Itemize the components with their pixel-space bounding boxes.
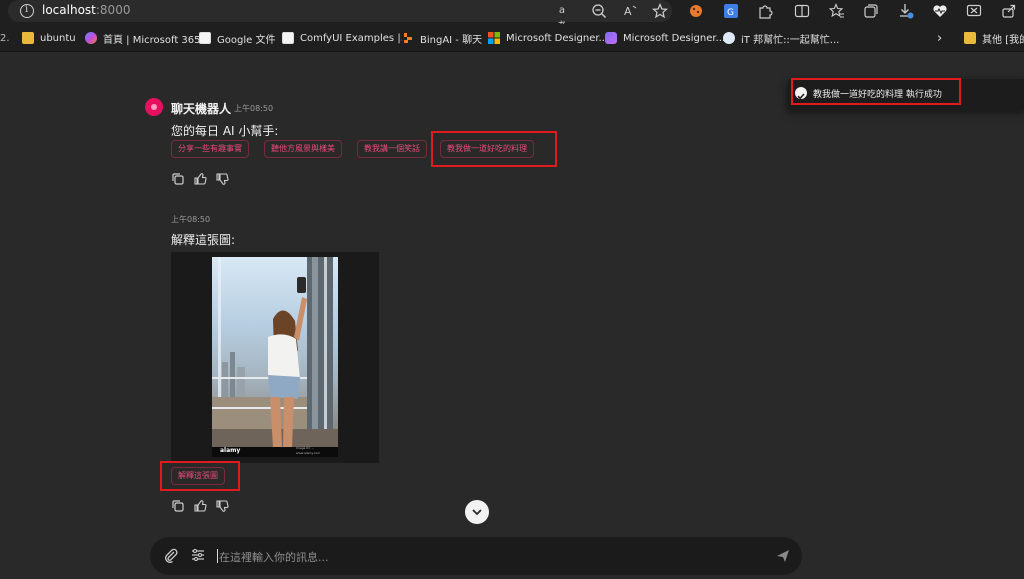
user-message-text: 解釋這張圖: <box>171 233 236 247</box>
bot-message-text: 您的每日 AI 小幫手: <box>171 124 279 138</box>
attached-image-frame[interactable]: alamy Image ID: ... www.alamy.com <box>171 252 379 463</box>
photo-illustration <box>212 257 338 457</box>
m365-icon <box>85 32 97 44</box>
send-icon[interactable] <box>776 549 790 563</box>
favorites-icon[interactable] <box>829 3 845 19</box>
settings-sliders-icon[interactable] <box>191 548 205 562</box>
image-watermark: alamy <box>220 447 241 454</box>
thumbs-up-icon[interactable] <box>193 499 207 513</box>
downloads-icon[interactable] <box>898 3 914 19</box>
browser-toolbar: localhost:8000 aあ A G <box>0 0 1024 32</box>
copy-icon[interactable] <box>171 499 185 513</box>
ithome-icon <box>723 32 735 44</box>
attach-paperclip-icon[interactable] <box>163 547 179 563</box>
bookmark-microsoft-365[interactable]: 首頁 | Microsoft 365 <box>85 31 201 46</box>
suggestion-chip-joke[interactable]: 教我講一個笑話 <box>357 140 427 158</box>
site-info-icon[interactable] <box>20 4 34 18</box>
immersive-reader-icon[interactable]: A <box>622 3 638 19</box>
zoom-out-icon[interactable] <box>591 3 607 19</box>
folder-icon <box>964 32 976 44</box>
bookmarks-more-chevron-icon[interactable]: › <box>937 31 942 46</box>
bookmark-bing-ai[interactable]: BingAI - 聊天 <box>402 31 482 46</box>
bookmark-microsoft-designer[interactable]: Microsoft Designer... <box>488 31 608 45</box>
bot-avatar <box>145 98 163 116</box>
highlight-box-toast <box>791 78 961 105</box>
bookmark-google-docs[interactable]: Google 文件 <box>199 31 275 46</box>
bookmark-overflow-left-icon[interactable]: 2. <box>0 31 10 45</box>
url-text[interactable]: localhost:8000 <box>42 3 130 17</box>
image-credit: www.alamy.com <box>296 451 321 455</box>
copy-icon[interactable] <box>171 172 185 186</box>
designer-icon <box>605 32 617 44</box>
bookmarks-bar: 2. ubuntu 首頁 | Microsoft 365 Google 文件 C… <box>0 24 1024 52</box>
thumbs-down-icon[interactable] <box>215 499 229 513</box>
thumbs-up-icon[interactable] <box>193 172 207 186</box>
chevron-down-icon <box>472 509 482 516</box>
image-caption: Image ID: ... <box>296 446 315 450</box>
bot-name: 聊天機器人 <box>171 102 232 116</box>
bookmark-other-folder[interactable]: 其他 [我的 <box>964 31 1024 46</box>
share-icon[interactable] <box>1001 3 1017 19</box>
scroll-to-bottom-button[interactable] <box>465 500 489 524</box>
bookmark-ubuntu[interactable]: ubuntu <box>22 31 76 45</box>
browser-essentials-icon[interactable] <box>932 3 948 19</box>
translate-icon[interactable]: G <box>723 3 739 19</box>
message-input[interactable]: 在這裡輸入你的訊息... <box>219 549 329 565</box>
bot-message-time: 上午08:50 <box>234 104 274 113</box>
thumbs-down-icon[interactable] <box>215 172 229 186</box>
read-aloud-icon[interactable]: aあ <box>554 3 570 32</box>
bookmark-microsoft-designer-2[interactable]: Microsoft Designer... <box>605 31 725 45</box>
screenshot-icon[interactable] <box>966 3 982 19</box>
svg-text:G: G <box>727 8 734 18</box>
svg-text:A: A <box>624 5 632 18</box>
favorite-star-icon[interactable] <box>652 3 668 19</box>
user-message-time: 上午08:50 <box>171 215 211 224</box>
microsoft-icon <box>488 32 500 44</box>
address-bar[interactable]: localhost:8000 aあ A <box>8 0 672 32</box>
split-screen-icon[interactable] <box>794 3 810 19</box>
suggestion-chip-fun-facts[interactable]: 分享一些有趣事實 <box>171 140 249 158</box>
bookmark-comfyui-examples[interactable]: ComfyUI Examples |... <box>282 31 410 45</box>
text-caret <box>217 549 218 563</box>
highlight-box-suggestion <box>431 131 557 167</box>
doc-icon <box>199 32 211 44</box>
bing-icon <box>402 32 414 44</box>
doc-icon <box>282 32 294 44</box>
collections-icon[interactable] <box>863 3 879 19</box>
suggestion-chip-scenery[interactable]: 聽他方風景與樣美 <box>264 140 342 158</box>
extensions-puzzle-icon[interactable] <box>757 3 773 19</box>
bookmark-ithome[interactable]: iT 邦幫忙::一起幫忙... <box>723 31 839 46</box>
folder-icon <box>22 32 34 44</box>
extension-cookie-icon[interactable] <box>688 3 704 19</box>
attached-photo[interactable]: alamy Image ID: ... www.alamy.com <box>212 257 338 457</box>
highlight-box-followup <box>160 461 240 491</box>
